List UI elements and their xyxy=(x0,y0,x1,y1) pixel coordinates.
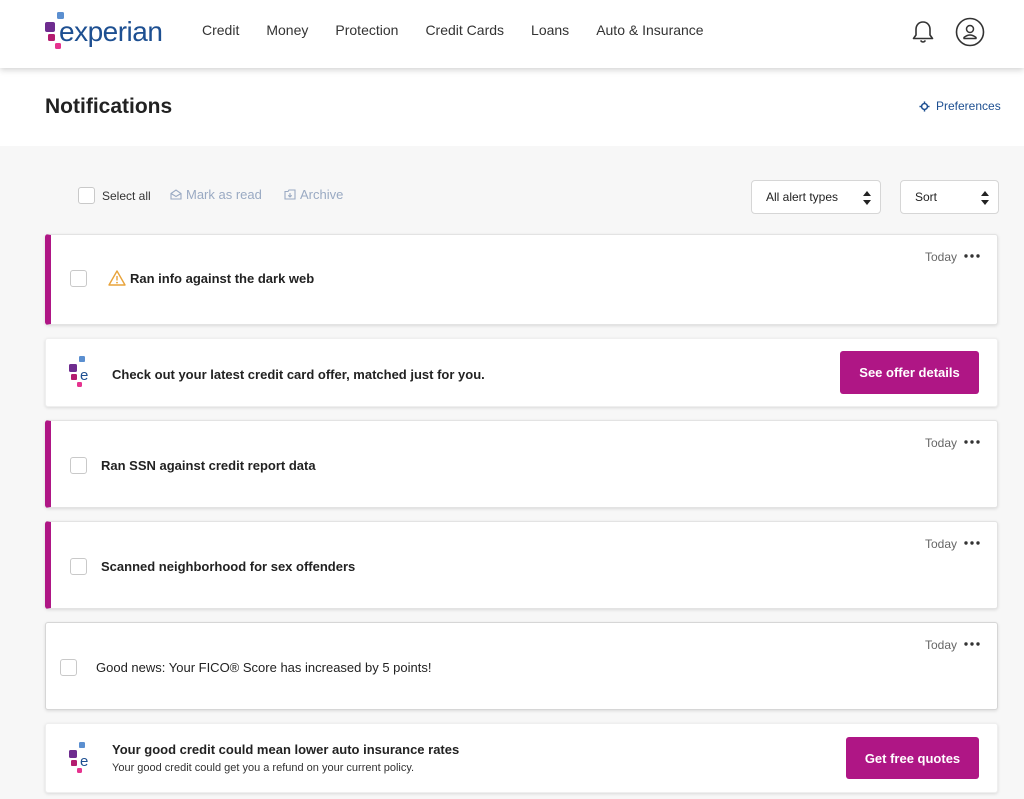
get-free-quotes-button[interactable]: Get free quotes xyxy=(846,737,979,779)
page-title: Notifications xyxy=(45,95,173,118)
sort-value: Sort xyxy=(915,190,938,204)
logo-text: experian xyxy=(59,16,163,47)
nav-loans[interactable]: Loans xyxy=(531,22,569,38)
more-options-icon[interactable] xyxy=(963,536,981,550)
notification-card[interactable]: Today Scanned neighborhood for sex offen… xyxy=(45,521,998,609)
notification-checkbox[interactable] xyxy=(70,558,87,575)
notification-checkbox[interactable] xyxy=(60,659,77,676)
sort-select[interactable]: Sort xyxy=(900,180,999,214)
offer-card: e Your good credit could mean lower auto… xyxy=(45,723,998,793)
see-offer-details-button[interactable]: See offer details xyxy=(840,351,979,394)
offer-title: Check out your latest credit card offer,… xyxy=(112,367,485,382)
alert-types-value: All alert types xyxy=(766,190,839,204)
notification-card[interactable]: Today Good news: Your FICO® Score has in… xyxy=(45,622,998,710)
notification-date: Today xyxy=(924,436,957,450)
mark-as-read-label: Mark as read xyxy=(186,187,262,202)
select-arrows-icon xyxy=(981,191,989,205)
page-header: Notifications Preferences xyxy=(0,68,1024,146)
more-options-icon[interactable] xyxy=(963,637,981,651)
nav-credit-cards[interactable]: Credit Cards xyxy=(425,22,504,38)
svg-text:e: e xyxy=(80,753,88,770)
notification-date: Today xyxy=(924,250,957,264)
experian-mini-logo-icon: e xyxy=(69,742,88,773)
preferences-link[interactable]: Preferences xyxy=(919,99,1001,113)
gear-icon xyxy=(919,100,930,112)
more-options-icon[interactable] xyxy=(963,435,981,449)
svg-text:e: e xyxy=(80,367,88,384)
notification-date: Today xyxy=(924,638,957,652)
bell-icon[interactable] xyxy=(910,19,936,45)
preferences-label: Preferences xyxy=(936,99,1001,113)
offer-title: Your good credit could mean lower auto i… xyxy=(112,742,460,757)
notification-checkbox[interactable] xyxy=(70,457,87,474)
experian-mini-logo-icon: e xyxy=(69,356,88,387)
select-arrows-icon xyxy=(863,191,871,205)
alert-types-select[interactable]: All alert types xyxy=(751,180,881,214)
notification-date: Today xyxy=(924,537,957,551)
user-icon[interactable] xyxy=(955,17,985,47)
more-options-icon[interactable] xyxy=(963,249,981,263)
experian-logo[interactable]: experian xyxy=(45,12,165,52)
offer-card: e Check out your latest credit card offe… xyxy=(45,338,998,407)
notification-card[interactable]: Today Ran SSN against credit report data xyxy=(45,420,998,508)
notification-card[interactable]: Today Ran info against the dark web xyxy=(45,234,998,325)
mark-as-read-button[interactable]: Mark as read xyxy=(170,187,262,202)
notification-title: Ran SSN against credit report data xyxy=(101,458,316,473)
nav-protection[interactable]: Protection xyxy=(335,22,398,38)
envelope-open-icon xyxy=(170,189,182,200)
notification-title: Scanned neighborhood for sex offenders xyxy=(101,559,356,574)
notification-title: Good news: Your FICO® Score has increase… xyxy=(96,660,432,675)
select-all-label: Select all xyxy=(102,188,151,203)
top-navigation-bar: experian Credit Money Protection Credit … xyxy=(0,0,1024,68)
main-nav: Credit Money Protection Credit Cards Loa… xyxy=(202,22,731,38)
select-all-checkbox[interactable] xyxy=(78,187,95,204)
archive-button[interactable]: Archive xyxy=(284,187,343,202)
archive-icon xyxy=(284,189,296,200)
archive-label: Archive xyxy=(300,187,344,202)
select-all[interactable]: Select all xyxy=(78,187,151,204)
nav-credit[interactable]: Credit xyxy=(202,22,239,38)
warning-icon xyxy=(108,270,126,286)
notification-title: Ran info against the dark web xyxy=(130,271,315,286)
notification-checkbox[interactable] xyxy=(70,270,87,287)
nav-auto-insurance[interactable]: Auto & Insurance xyxy=(596,22,703,38)
offer-subtitle: Your good credit could get you a refund … xyxy=(112,762,415,774)
nav-money[interactable]: Money xyxy=(266,22,308,38)
